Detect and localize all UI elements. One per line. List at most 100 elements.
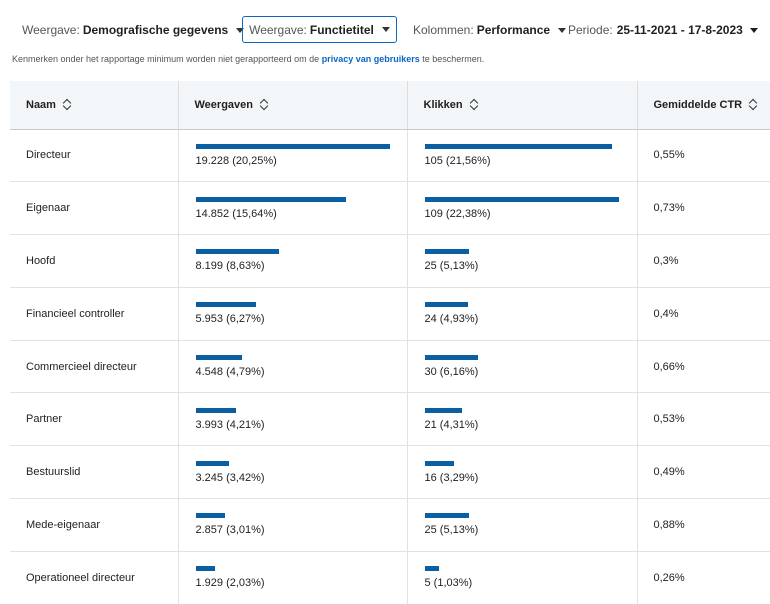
- cell-views: 3.993 (4,21%): [178, 392, 408, 446]
- notice-text-after: te beschermen.: [419, 54, 485, 64]
- header-clicks[interactable]: Klikken: [407, 81, 638, 130]
- views-bar: [195, 302, 256, 308]
- clicks-bar: [424, 302, 468, 308]
- cell-views: 4.548 (4,79%): [178, 340, 408, 393]
- table-row: Bestuurslid 3.245 (3,42%) 16 (3,29%) 0,49%: [10, 445, 770, 499]
- views-bar: [195, 407, 236, 413]
- chevron-down-icon: [381, 27, 390, 32]
- cell-ctr: 0,73%: [653, 202, 685, 215]
- cell-clicks: 16 (3,29%): [407, 445, 638, 499]
- header-ctr[interactable]: Gemiddelde CTR: [637, 81, 770, 130]
- columns-dropdown[interactable]: Kolommen: Performance: [413, 16, 567, 44]
- cell-name: Operationeel directeur: [10, 551, 179, 604]
- cell-name: Financieel controller: [10, 287, 179, 341]
- cell-clicks: 21 (4,31%): [407, 392, 638, 446]
- views-bar: [195, 249, 279, 255]
- cell-name: Hoofd: [10, 234, 179, 288]
- cell-views: 3.245 (3,42%): [178, 445, 408, 499]
- views-value: 5.953 (6,27%): [195, 313, 265, 326]
- views-value: 3.245 (3,42%): [195, 471, 265, 484]
- clicks-value: 5 (1,03%): [424, 577, 473, 590]
- columns-label: Kolommen:: [413, 23, 474, 37]
- cell-views: 2.857 (3,01%): [178, 498, 408, 552]
- views-value: 2.857 (3,01%): [195, 524, 265, 537]
- notice-text-before: Kenmerken onder het rapportage minimum w…: [12, 54, 322, 64]
- cell-views: 5.953 (6,27%): [178, 287, 408, 341]
- period-label: Periode:: [568, 23, 613, 37]
- views-value: 1.929 (2,03%): [195, 577, 265, 590]
- clicks-value: 24 (4,93%): [424, 313, 479, 326]
- clicks-bar: [424, 513, 469, 519]
- period-dropdown[interactable]: Periode: 25-11-2021 - 17-8-2023: [568, 16, 758, 44]
- views-bar: [195, 566, 215, 572]
- job-title-table: Naam Weergaven Klikken Gemiddelde CTR Di…: [10, 81, 770, 604]
- table-row: Partner 3.993 (4,21%) 21 (4,31%) 0,53%: [10, 392, 770, 446]
- clicks-value: 21 (4,31%): [424, 418, 479, 431]
- clicks-value: 25 (5,13%): [424, 260, 479, 273]
- sort-icon: [63, 99, 71, 109]
- views-bar: [195, 513, 225, 519]
- view-jobtitle-value: Functietitel: [309, 22, 374, 37]
- clicks-bar: [424, 566, 439, 572]
- cell-clicks: 109 (22,38%): [407, 181, 638, 235]
- views-value: 14.852 (15,64%): [195, 207, 277, 220]
- cell-name: Partner: [10, 392, 179, 446]
- cell-clicks: 105 (21,56%): [407, 129, 638, 182]
- cell-ctr: 0,88%: [653, 518, 685, 531]
- table-row: Hoofd 8.199 (8,63%) 25 (5,13%) 0,3%: [10, 234, 770, 288]
- cell-ctr: 0,53%: [653, 413, 685, 426]
- cell-name: Bestuurslid: [10, 445, 179, 499]
- views-value: 4.548 (4,79%): [195, 366, 265, 379]
- cell-clicks: 25 (5,13%): [407, 234, 638, 288]
- table-row: Directeur 19.228 (20,25%) 105 (21,56%) 0,55…: [10, 129, 770, 182]
- header-views-label: Weergaven: [194, 98, 254, 111]
- views-value: 8.199 (8,63%): [195, 260, 265, 273]
- clicks-bar: [424, 355, 478, 361]
- clicks-value: 25 (5,13%): [424, 524, 479, 537]
- view-demographics-value: Demografische gegevens: [82, 23, 229, 37]
- sort-icon: [470, 99, 478, 109]
- cell-views: 8.199 (8,63%): [178, 234, 408, 288]
- view-jobtitle-label: Weergave:: [249, 22, 307, 37]
- table-row: Eigenaar 14.852 (15,64%) 109 (22,38%) 0,73%: [10, 181, 770, 235]
- period-value: 25-11-2021 - 17-8-2023: [616, 23, 743, 37]
- views-bar: [195, 143, 390, 149]
- clicks-bar: [424, 249, 469, 255]
- view-jobtitle-dropdown[interactable]: Weergave: Functietitel: [242, 16, 397, 43]
- header-clicks-label: Klikken: [423, 98, 463, 111]
- header-ctr-label: Gemiddelde CTR: [653, 98, 743, 111]
- cell-name: Commercieel directeur: [10, 340, 179, 393]
- cell-clicks: 5 (1,03%): [407, 551, 638, 604]
- views-value: 3.993 (4,21%): [195, 418, 265, 431]
- view-demographics-dropdown[interactable]: Weergave: Demografische gegevens: [22, 16, 245, 44]
- cell-ctr: 0,55%: [653, 149, 685, 162]
- cell-name: Eigenaar: [10, 181, 179, 235]
- cell-clicks: 30 (6,16%): [407, 340, 638, 393]
- clicks-bar: [424, 460, 454, 466]
- privacy-link[interactable]: privacy van gebruikers: [322, 54, 420, 64]
- header-name-label: Naam: [26, 98, 56, 111]
- header-name[interactable]: Naam: [10, 81, 179, 130]
- clicks-value: 30 (6,16%): [424, 366, 479, 379]
- clicks-bar: [424, 143, 612, 149]
- cell-views: 1.929 (2,03%): [178, 551, 408, 604]
- columns-value: Performance: [476, 23, 551, 37]
- caret-down-icon: [749, 27, 758, 33]
- table-header-row: Naam Weergaven Klikken Gemiddelde CTR: [10, 81, 770, 130]
- view-demographics-label: Weergave:: [22, 23, 80, 37]
- clicks-value: 109 (22,38%): [424, 207, 491, 220]
- filter-bar: Weergave: Demografische gegevens Weergav…: [0, 16, 770, 44]
- cell-views: 19.228 (20,25%): [178, 129, 408, 182]
- cell-name: Mede-eigenaar: [10, 498, 179, 552]
- cell-views: 14.852 (15,64%): [178, 181, 408, 235]
- clicks-value: 105 (21,56%): [424, 154, 491, 167]
- clicks-bar: [424, 407, 462, 413]
- chevron-down-icon: [558, 27, 567, 33]
- cell-name: Directeur: [10, 129, 179, 182]
- privacy-notice: Kenmerken onder het rapportage minimum w…: [12, 54, 484, 64]
- cell-ctr: 0,26%: [653, 571, 685, 584]
- header-views[interactable]: Weergaven: [178, 81, 408, 130]
- table-row: Operationeel directeur 1.929 (2,03%) 5 (1,…: [10, 551, 770, 604]
- table-row: Commercieel directeur 4.548 (4,79%) 30 (6,…: [10, 340, 770, 393]
- cell-ctr: 0,66%: [653, 360, 685, 373]
